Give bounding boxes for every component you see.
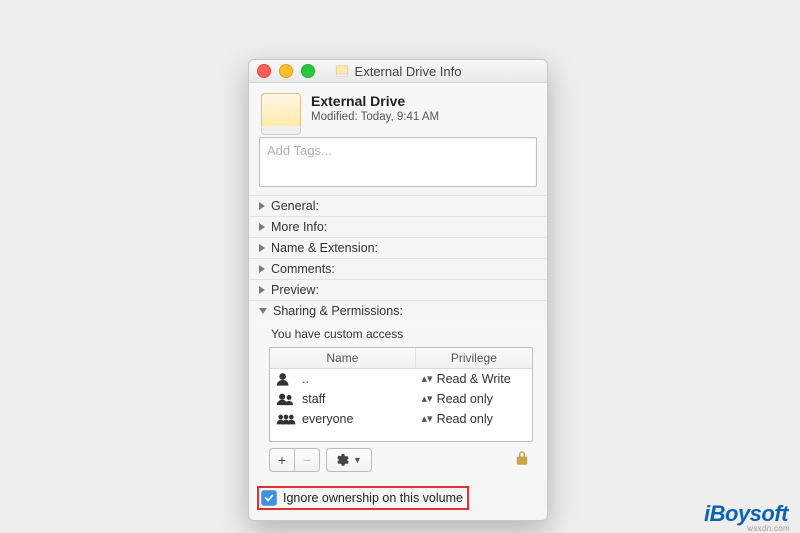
user-name: staff <box>302 392 325 406</box>
privilege-value: Read & Write <box>437 372 511 386</box>
add-button[interactable]: + <box>269 448 295 472</box>
disclosure-triangle-icon <box>259 202 265 210</box>
watermark-domain: wsxdn.com <box>747 524 790 533</box>
drive-large-icon <box>261 93 301 129</box>
disclosure-triangle-icon <box>259 244 265 252</box>
section-preview[interactable]: Preview: <box>249 279 547 300</box>
stepper-icon[interactable]: ▴▾ <box>422 374 433 385</box>
user-name: .. <box>302 372 309 386</box>
stepper-icon[interactable]: ▴▾ <box>422 414 433 425</box>
table-row[interactable]: everyone ▴▾ Read only <box>270 409 532 429</box>
info-header: External Drive Modified: Today, 9:41 AM <box>249 83 547 137</box>
sharing-body: You have custom access Name Privilege .. <box>249 321 547 480</box>
privilege-value: Read only <box>437 392 493 406</box>
remove-button[interactable]: − <box>295 448 320 472</box>
check-icon <box>264 493 274 503</box>
disclosure-triangle-icon <box>259 265 265 273</box>
drive-modified: Modified: Today, 9:41 AM <box>311 111 439 123</box>
section-label: Sharing & Permissions: <box>273 304 403 318</box>
user-name: everyone <box>302 412 353 426</box>
section-general[interactable]: General: <box>249 195 547 216</box>
lock-icon[interactable] <box>513 449 531 467</box>
disclosure-triangle-icon <box>259 308 267 314</box>
titlebar: External Drive Info <box>249 60 547 83</box>
section-label: Comments: <box>271 262 335 276</box>
stepper-icon[interactable]: ▴▾ <box>422 394 433 405</box>
column-name[interactable]: Name <box>270 348 416 368</box>
section-comments[interactable]: Comments: <box>249 258 547 279</box>
permissions-table: Name Privilege .. ▴▾ Read & Write <box>269 347 533 442</box>
window-title: External Drive Info <box>355 64 462 79</box>
privilege-value: Read only <box>437 412 493 426</box>
section-sharing-permissions[interactable]: Sharing & Permissions: <box>249 300 547 321</box>
chevron-down-icon: ▼ <box>353 455 362 465</box>
action-bar: + − ▼ <box>269 448 533 472</box>
section-label: General: <box>271 199 319 213</box>
table-header: Name Privilege <box>270 348 532 369</box>
section-label: Preview: <box>271 283 319 297</box>
everyone-icon <box>276 412 296 426</box>
info-window: External Drive Info External Drive Modif… <box>248 59 548 521</box>
window-controls <box>249 64 315 78</box>
minimize-button[interactable] <box>279 64 293 78</box>
ignore-ownership-label: Ignore ownership on this volume <box>283 491 463 505</box>
disclosure-triangle-icon <box>259 223 265 231</box>
access-text: You have custom access <box>271 327 533 341</box>
section-name-extension[interactable]: Name & Extension: <box>249 237 547 258</box>
close-button[interactable] <box>257 64 271 78</box>
group-icon <box>276 392 296 406</box>
ignore-ownership-checkbox[interactable] <box>261 490 277 506</box>
table-row[interactable]: staff ▴▾ Read only <box>270 389 532 409</box>
gear-icon <box>336 453 350 467</box>
drive-name: External Drive <box>311 93 439 109</box>
drive-icon <box>335 65 349 77</box>
table-row[interactable]: .. ▴▾ Read & Write <box>270 369 532 389</box>
section-label: Name & Extension: <box>271 241 378 255</box>
column-privilege[interactable]: Privilege <box>416 348 532 368</box>
tags-input[interactable]: Add Tags... <box>259 137 537 187</box>
ignore-ownership-row[interactable]: Ignore ownership on this volume <box>257 486 469 510</box>
section-label: More Info: <box>271 220 327 234</box>
gear-menu-button[interactable]: ▼ <box>326 448 372 472</box>
zoom-button[interactable] <box>301 64 315 78</box>
user-icon <box>276 372 296 386</box>
disclosure-triangle-icon <box>259 286 265 294</box>
section-more-info[interactable]: More Info: <box>249 216 547 237</box>
